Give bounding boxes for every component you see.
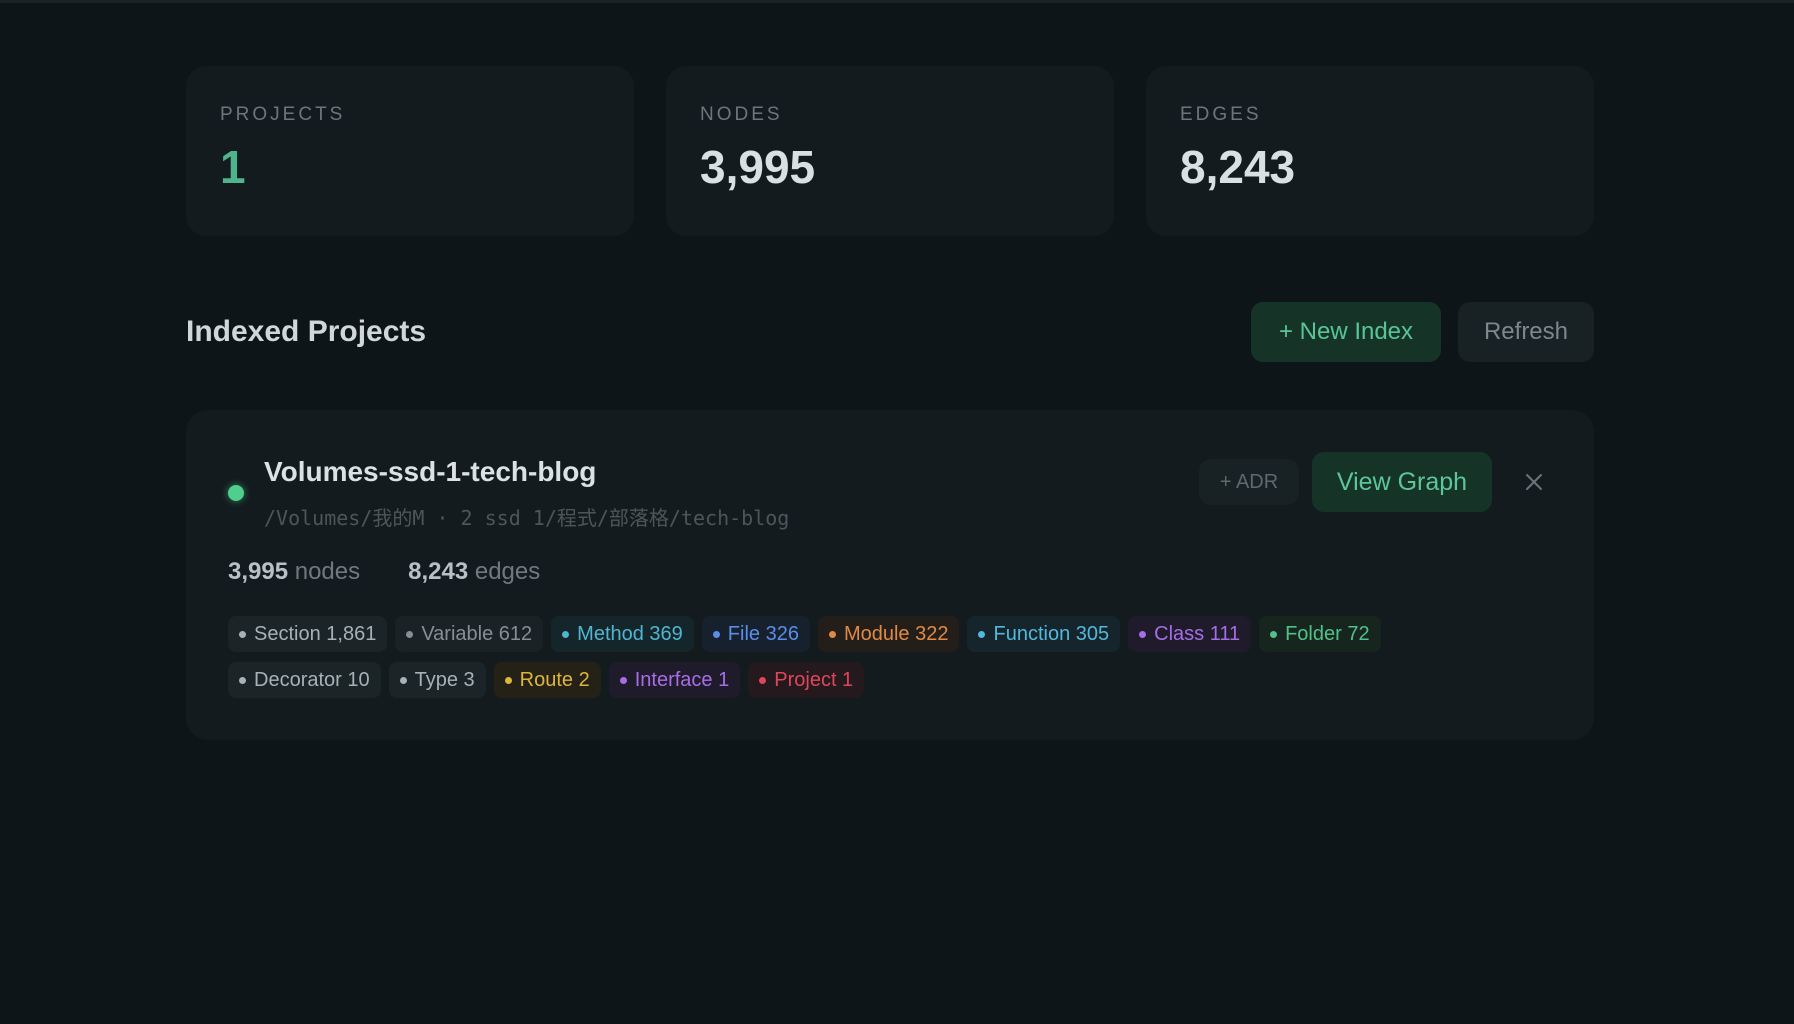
node-type-tag[interactable]: Function 305 [967,616,1121,652]
node-type-tag[interactable]: Class 111 [1128,616,1252,652]
tag-label: Variable 612 [421,622,533,645]
tag-dot-icon [239,676,246,684]
stat-value: 8,243 [1180,141,1296,193]
tag-label: Module 322 [843,622,949,645]
node-type-tag[interactable]: Route 2 [493,662,601,698]
node-type-tag[interactable]: Project 1 [748,662,865,698]
stats-row: PROJECTS 1 NODES 3,995 EDGES 8,243 [186,66,1594,236]
tag-dot-icon [828,630,836,638]
edges-count: 8,243 edges [408,558,540,586]
nodes-count: 3,995 nodes [228,558,360,586]
tag-label: Folder 72 [1285,622,1370,645]
section-actions: + New Index Refresh [1251,302,1594,362]
tag-dot-icon [1139,630,1147,638]
tag-dot-icon [504,676,512,684]
edges-count-value: 8,243 [408,558,469,585]
top-border [0,0,1794,3]
project-actions: + ADR View Graph [1199,452,1556,512]
new-index-button[interactable]: + New Index [1251,302,1441,362]
tag-label: Section 1,861 [254,622,377,645]
stat-value: 3,995 [700,141,816,193]
node-type-tag[interactable]: File 326 [701,616,810,652]
stat-label: EDGES [1180,104,1262,125]
stat-card-nodes: NODES 3,995 [666,66,1114,236]
tag-dot-icon [759,676,767,684]
tag-label: Method 369 [577,622,683,645]
tag-label: File 326 [727,622,799,645]
project-path: /Volumes/我的M · 2 ssd 1/程式/部落格/tech-blog [264,506,790,530]
tag-label: Class 111 [1154,622,1241,645]
tag-label: Type 3 [414,668,475,691]
view-graph-button[interactable]: View Graph [1312,452,1492,512]
node-type-tag[interactable]: Method 369 [551,616,694,652]
tag-label: Decorator 10 [254,668,370,691]
close-icon-glyph [1526,474,1542,490]
project-card: Volumes-ssd-1-tech-blog /Volumes/我的M · 2… [186,410,1594,740]
section-header: Indexed Projects + New Index Refresh [186,302,1594,362]
section-title: Indexed Projects [186,315,427,348]
stat-value: 1 [220,141,246,193]
close-icon[interactable] [1512,460,1556,504]
node-type-tag[interactable]: Section 1,861 [228,616,388,652]
tag-dot-icon [562,630,570,638]
tag-dot-icon [978,630,986,638]
nodes-count-value: 3,995 [228,558,289,585]
stat-card-edges: EDGES 8,243 [1146,66,1594,236]
tag-dot-icon [712,630,720,638]
add-adr-button[interactable]: + ADR [1199,459,1299,505]
tag-label: Interface 1 [634,668,730,691]
project-counts: 3,995 nodes 8,243 edges [228,558,540,586]
node-type-tag[interactable]: Decorator 10 [228,662,381,698]
status-indicator [228,485,244,501]
node-type-tag[interactable]: Variable 612 [395,616,544,652]
tag-label: Project 1 [774,668,854,691]
tag-label: Function 305 [993,622,1110,645]
stat-label: NODES [700,104,783,125]
tag-dot-icon [399,676,407,684]
node-type-tag[interactable]: Folder 72 [1259,616,1381,652]
node-type-tag[interactable]: Interface 1 [608,662,741,698]
tag-dot-icon [619,676,627,684]
stat-label: PROJECTS [220,104,346,125]
dashboard: PROJECTS 1 NODES 3,995 EDGES 8,243 Index… [186,66,1594,740]
project-name: Volumes-ssd-1-tech-blog [264,456,597,487]
node-type-tags: Section 1,861 Variable 612 Method 369 File … [228,616,1528,698]
edges-count-unit: edges [474,558,541,585]
tag-label: Route 2 [519,668,590,691]
tag-dot-icon [1270,630,1278,638]
node-type-tag[interactable]: Module 322 [817,616,960,652]
tag-dot-icon [239,630,246,638]
node-type-tag[interactable]: Type 3 [388,662,486,698]
tag-dot-icon [406,630,414,638]
refresh-button[interactable]: Refresh [1458,302,1594,362]
nodes-count-unit: nodes [294,558,361,585]
stat-card-projects: PROJECTS 1 [186,66,634,236]
